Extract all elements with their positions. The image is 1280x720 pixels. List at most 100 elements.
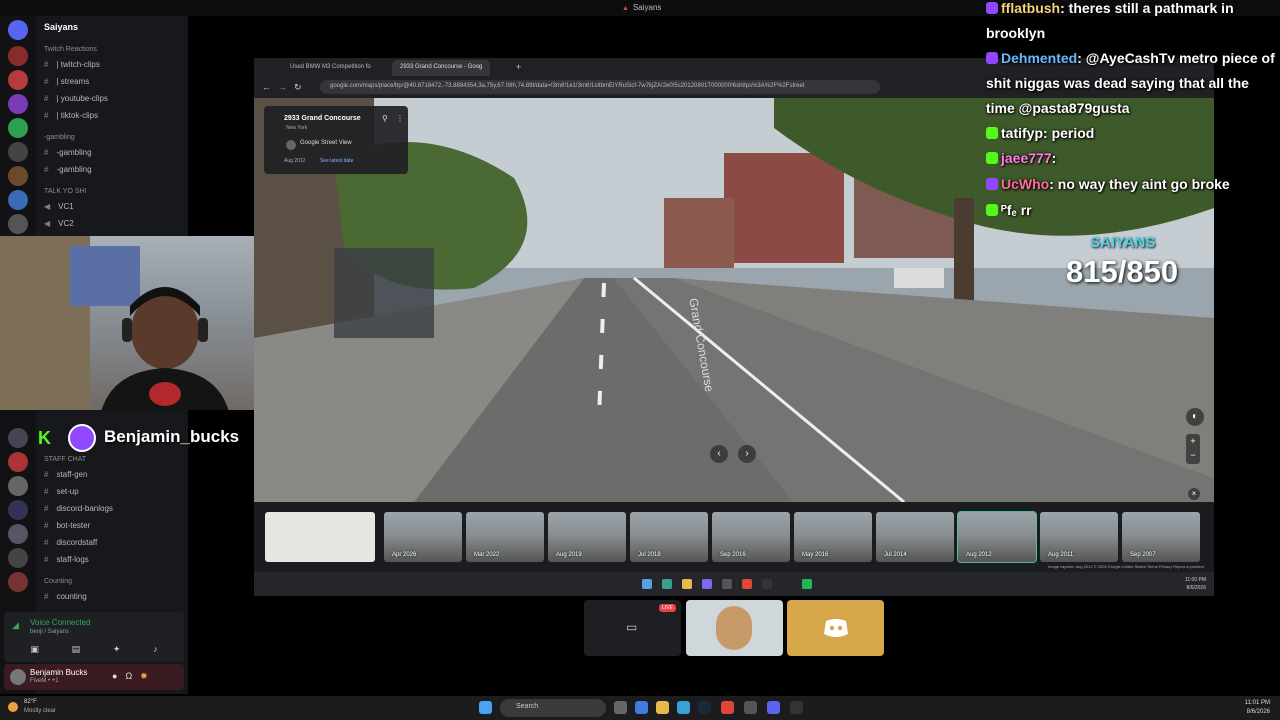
server-icon[interactable]: [8, 476, 28, 496]
server-icon[interactable]: [8, 94, 28, 114]
server-icon[interactable]: [8, 452, 28, 472]
headphones-icon[interactable]: Ω: [125, 671, 132, 682]
server-icon[interactable]: [8, 70, 28, 90]
prev-arrow-icon[interactable]: ‹: [710, 445, 728, 463]
chat-message: Dehmented: @AyeCashTv metro piece of shi…: [986, 50, 1275, 116]
timeline-thumb-selected[interactable]: Aug 2012: [957, 511, 1037, 563]
task-view-icon[interactable]: [614, 701, 627, 714]
browser-tab-active[interactable]: 2933 Grand Concourse - Goog: [392, 60, 491, 76]
channel-item[interactable]: # | streams: [44, 77, 89, 86]
gear-icon[interactable]: ✹: [140, 671, 148, 682]
app-icon[interactable]: [762, 579, 772, 589]
streamer-name: Benjamin_bucks: [104, 427, 240, 446]
pin-icon[interactable]: ⚲: [382, 114, 388, 123]
timeline-thumb[interactable]: Jul 2014: [876, 512, 954, 562]
participant-tile[interactable]: [787, 600, 884, 656]
soundboard-icon[interactable]: ♪: [153, 644, 158, 655]
channel-item[interactable]: # | twitch-clips: [44, 60, 100, 69]
voice-channel-item[interactable]: ◀ VC1: [44, 202, 74, 211]
weather-icon[interactable]: [8, 702, 18, 712]
voice-panel: ◢ Voice Connected benji / Saiyans ▣ ▤ ✦ …: [4, 612, 184, 662]
spotify-icon[interactable]: [802, 579, 812, 589]
timeline-thumb[interactable]: Aug 2011: [1040, 512, 1118, 562]
category-header[interactable]: Twitch Reactions: [44, 46, 97, 53]
server-name[interactable]: Saiyans: [44, 22, 78, 32]
steam-icon[interactable]: [698, 701, 711, 714]
more-icon[interactable]: ⋮: [396, 114, 404, 123]
start-icon[interactable]: [479, 701, 492, 714]
windows-icon[interactable]: [642, 579, 652, 589]
app-icon[interactable]: [635, 701, 648, 714]
server-icon[interactable]: [8, 190, 28, 210]
reload-icon[interactable]: ↻: [294, 82, 302, 93]
server-icon[interactable]: [8, 166, 28, 186]
server-icon[interactable]: [8, 524, 28, 544]
server-icon[interactable]: [8, 500, 28, 520]
browser-tab[interactable]: Used BMW M3 Competition fo: [282, 60, 379, 76]
channel-item[interactable]: # staff-gen: [44, 470, 87, 479]
voice-status[interactable]: Voice Connected: [30, 618, 91, 627]
server-icon[interactable]: [8, 428, 28, 448]
channel-item[interactable]: # bot-tester: [44, 521, 90, 530]
video-off-icon[interactable]: ▣: [30, 644, 39, 655]
forward-icon[interactable]: →: [278, 82, 287, 92]
new-tab-icon[interactable]: +: [516, 62, 521, 72]
server-icon[interactable]: [8, 214, 28, 234]
discord-icon[interactable]: [767, 701, 780, 714]
server-icon[interactable]: [8, 20, 28, 40]
app-icon[interactable]: [722, 579, 732, 589]
channel-item[interactable]: # counting: [44, 592, 87, 601]
participant-video-tile[interactable]: [686, 600, 783, 656]
timeline-thumb[interactable]: Apr 2026: [384, 512, 462, 562]
timeline-thumb[interactable]: Jul 2018: [630, 512, 708, 562]
channel-item[interactable]: # | youtube-clips: [44, 94, 108, 103]
address-bar[interactable]: google.com/maps/place/bp/@40.8718472,-73…: [320, 80, 880, 94]
activities-icon[interactable]: ✦: [113, 644, 121, 655]
channel-item[interactable]: # discordstaff: [44, 538, 97, 547]
app-icon[interactable]: [790, 701, 803, 714]
system-clock[interactable]: 11:01 PM 8/6/2026: [1245, 699, 1270, 717]
channel-item[interactable]: # discord-banlogs: [44, 504, 113, 513]
timeline-thumb[interactable]: Sep 2007: [1122, 512, 1200, 562]
server-icon[interactable]: [8, 548, 28, 568]
minimap-thumbnail[interactable]: [265, 512, 375, 562]
hash-icon: #: [44, 148, 49, 157]
app-icon[interactable]: [662, 579, 672, 589]
channel-item[interactable]: # set-up: [44, 487, 79, 496]
chrome-icon[interactable]: [721, 701, 734, 714]
channel-item[interactable]: # | tiktok-clips: [44, 111, 98, 120]
folder-icon[interactable]: [682, 579, 692, 589]
channel-item[interactable]: # staff-logs: [44, 555, 89, 564]
see-latest-link[interactable]: See latest date: [320, 158, 353, 164]
timeline-thumb[interactable]: Mar 2022: [466, 512, 544, 562]
category-header[interactable]: STAFF CHAT: [44, 456, 86, 463]
edge-icon[interactable]: [677, 701, 690, 714]
close-icon[interactable]: ×: [1188, 488, 1200, 500]
discord-icon[interactable]: [702, 579, 712, 589]
chrome-icon[interactable]: [742, 579, 752, 589]
avatar[interactable]: [10, 669, 26, 685]
timeline-thumb[interactable]: May 2016: [794, 512, 872, 562]
back-icon[interactable]: ←: [262, 82, 271, 92]
channel-item[interactable]: # -gambling: [44, 165, 92, 174]
folder-icon[interactable]: [656, 701, 669, 714]
window-title: Saiyans: [622, 3, 661, 12]
server-icon[interactable]: [8, 142, 28, 162]
timeline-thumb[interactable]: Aug 2019: [548, 512, 626, 562]
zoom-controls[interactable]: + −: [1186, 434, 1200, 464]
category-header[interactable]: TALK YO SHI: [44, 188, 87, 195]
app-icon[interactable]: [744, 701, 757, 714]
timeline-thumb[interactable]: Sep 2016: [712, 512, 790, 562]
server-icon[interactable]: [8, 46, 28, 66]
category-header[interactable]: -gambling: [44, 134, 75, 141]
voice-channel-item[interactable]: ◀ VC2: [44, 219, 74, 228]
next-arrow-icon[interactable]: ›: [738, 445, 756, 463]
server-icon[interactable]: [8, 118, 28, 138]
category-header[interactable]: Counting: [44, 578, 72, 585]
compass-icon[interactable]: ◐: [1186, 408, 1204, 426]
screen-share-icon[interactable]: ▤: [72, 644, 81, 655]
taskbar-search[interactable]: Search: [500, 699, 606, 717]
server-icon[interactable]: [8, 572, 28, 592]
mic-icon[interactable]: ●: [112, 671, 117, 682]
channel-item[interactable]: # -gambling: [44, 148, 92, 157]
